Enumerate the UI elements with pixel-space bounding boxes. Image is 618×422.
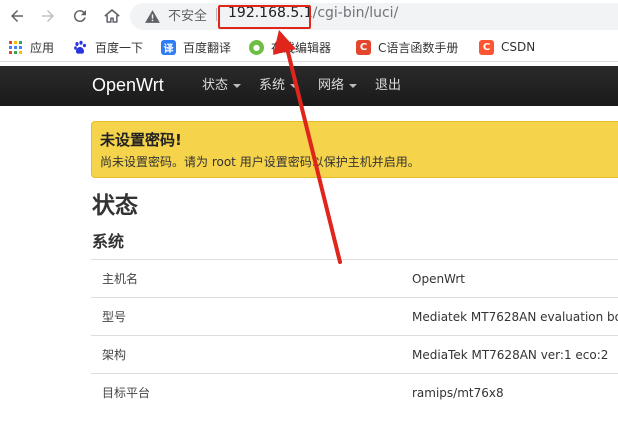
url-highlight-box: [218, 5, 311, 29]
csdn-logo-icon: C: [479, 39, 494, 55]
apps-grid-icon: [8, 40, 23, 55]
caret-down-icon: [349, 83, 358, 88]
page-title: 状态: [92, 193, 138, 219]
table-row: 主机名 OpenWrt: [91, 259, 618, 297]
bookmark-label: 在线编辑器: [271, 40, 332, 55]
bookmark-c-manual[interactable]: C C语言函数手册: [356, 39, 458, 55]
menu-label: 网络: [318, 78, 345, 93]
row-value: MediaTek MT7628AN ver:1 eco:2: [412, 348, 609, 362]
reload-icon: [73, 10, 86, 23]
caret-down-icon: [233, 83, 242, 88]
brand-logo[interactable]: OpenWrt: [92, 73, 164, 97]
alert-title: 未设置密码!: [100, 131, 182, 149]
editor-icon: ●: [249, 39, 264, 55]
arrow-right-icon: [42, 10, 54, 22]
arrow-left-icon: [11, 10, 23, 22]
menu-label: 系统: [259, 78, 286, 93]
section-title: 系统: [92, 232, 125, 251]
baidu-translate-icon: 译: [161, 39, 176, 55]
c-logo-icon: C: [356, 39, 371, 55]
menu-logout[interactable]: 退出: [375, 77, 401, 95]
bookmark-label: CSDN: [501, 40, 536, 54]
caret-down-icon: [290, 83, 299, 88]
bookmark-online-editor[interactable]: ● 在线编辑器: [249, 39, 331, 55]
bookmark-label: 百度翻译: [183, 40, 232, 55]
reload-button[interactable]: [68, 4, 92, 28]
table-row: 架构 MediaTek MT7628AN ver:1 eco:2: [91, 335, 618, 373]
system-info-table: 主机名 OpenWrt 型号 Mediatek MT7628AN evaluat…: [91, 259, 618, 411]
luci-navbar: OpenWrt 状态 系统 网络 退出: [0, 66, 618, 106]
table-row: 型号 Mediatek MT7628AN evaluation board: [91, 297, 618, 335]
table-row: 目标平台 ramips/mt76x8: [91, 373, 618, 411]
url-path: /cgi-bin/luci/: [312, 5, 399, 21]
home-icon: [104, 9, 120, 23]
row-value: ramips/mt76x8: [412, 386, 504, 400]
row-value: Mediatek MT7628AN evaluation board: [412, 310, 618, 324]
row-key: 架构: [102, 348, 127, 362]
alert-message: 尚未设置密码。请为 root 用户设置密码以保护主机并启用。: [100, 155, 420, 169]
row-value: OpenWrt: [412, 272, 466, 286]
back-button[interactable]: [5, 4, 29, 28]
bookmark-label: C语言函数手册: [378, 40, 459, 55]
row-key: 主机名: [102, 272, 139, 286]
bookmarks-bar: 应用 百度一下 译 百度翻译 ● 在线编辑器 C C语言函数手册 C CSDN: [0, 32, 618, 62]
bookmark-label: 百度一下: [95, 40, 144, 55]
baidu-paw-icon: [73, 40, 88, 55]
bookmark-baidu[interactable]: 百度一下: [73, 39, 143, 55]
bookmark-apps[interactable]: 应用: [8, 39, 54, 55]
home-button[interactable]: [100, 4, 124, 28]
menu-label: 退出: [375, 78, 402, 93]
omnibox-divider: [216, 8, 217, 21]
no-password-alert: 未设置密码! 尚未设置密码。请为 root 用户设置密码以保护主机并启用。: [91, 121, 618, 178]
row-key: 型号: [102, 310, 127, 324]
bookmark-csdn[interactable]: C CSDN: [479, 39, 535, 55]
forward-button[interactable]: [36, 4, 60, 28]
bookmark-label: 应用: [30, 40, 55, 55]
menu-network[interactable]: 网络: [318, 77, 358, 95]
row-key: 目标平台: [102, 386, 151, 400]
menu-label: 状态: [202, 78, 229, 93]
warning-triangle-icon[interactable]: [144, 8, 161, 25]
menu-system[interactable]: 系统: [259, 77, 299, 95]
menu-status[interactable]: 状态: [202, 77, 242, 95]
bookmark-baidu-translate[interactable]: 译 百度翻译: [161, 39, 231, 55]
insecure-label[interactable]: 不安全: [168, 8, 207, 25]
